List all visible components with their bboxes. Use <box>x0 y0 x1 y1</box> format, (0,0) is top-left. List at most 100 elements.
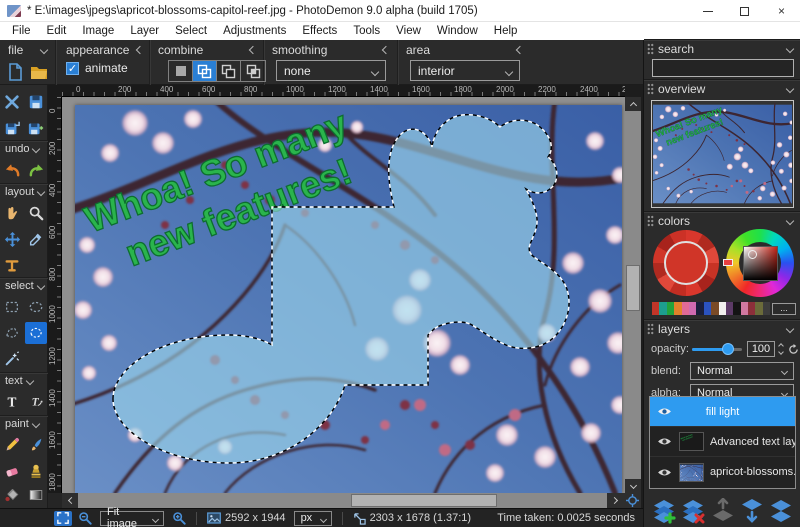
combine-intersect-button[interactable] <box>241 61 265 81</box>
palette-swatch[interactable] <box>711 302 718 315</box>
move-layer-down-button[interactable] <box>739 498 765 524</box>
overview-panel-header[interactable]: overview <box>644 80 800 97</box>
advanced-text-tool[interactable]: T <box>25 391 47 413</box>
collapse-smoothing-icon[interactable] <box>382 46 390 54</box>
close-button[interactable]: × <box>763 0 800 22</box>
menu-effects[interactable]: Effects <box>294 22 345 40</box>
fit-canvas-button[interactable] <box>54 511 72 526</box>
scroll-up-button[interactable] <box>625 97 641 111</box>
fill-tool[interactable] <box>1 484 23 506</box>
maximize-button[interactable] <box>726 0 763 22</box>
hand-tool[interactable] <box>1 202 23 224</box>
layer-visibility-icon[interactable] <box>657 467 672 478</box>
palette-swatch[interactable] <box>674 302 681 315</box>
color-picker-tool[interactable] <box>25 228 47 250</box>
palette-swatch[interactable] <box>652 302 659 315</box>
menu-window[interactable]: Window <box>429 22 486 40</box>
text-group-label[interactable]: text <box>0 373 48 388</box>
layer-item-advanced-text[interactable]: Advanced text lay... <box>650 427 795 457</box>
save-copy-button[interactable] <box>1 117 23 139</box>
wand-select-tool[interactable] <box>1 348 23 370</box>
menu-view[interactable]: View <box>388 22 429 40</box>
scroll-down-button[interactable] <box>625 479 641 493</box>
opacity-reset-button[interactable] <box>788 344 799 355</box>
palette-swatch[interactable] <box>682 302 689 315</box>
scroll-right-button[interactable] <box>607 493 623 508</box>
scroll-left-button[interactable] <box>62 493 78 508</box>
drag-handle-icon[interactable] <box>647 43 654 55</box>
rect-select-tool[interactable] <box>1 296 23 318</box>
opacity-slider-knob[interactable] <box>722 343 734 355</box>
zoom-tool[interactable] <box>25 202 47 224</box>
layer-item-fill-light[interactable]: fill light <box>650 397 795 427</box>
select-group-label[interactable]: select <box>0 278 48 293</box>
paintbrush-tool[interactable] <box>25 434 47 456</box>
palette-swatch[interactable] <box>763 302 770 315</box>
add-layer-button[interactable] <box>651 498 677 524</box>
palette-swatch[interactable] <box>659 302 666 315</box>
palette-more-button[interactable]: ... <box>772 303 796 315</box>
menu-select[interactable]: Select <box>167 22 215 40</box>
unit-dropdown[interactable]: px <box>294 511 332 526</box>
palette-swatch[interactable] <box>726 302 733 315</box>
search-input[interactable] <box>652 59 794 77</box>
menu-help[interactable]: Help <box>486 22 526 40</box>
move-layer-up-button[interactable] <box>710 498 736 524</box>
zoom-dropdown[interactable]: Fit image <box>100 511 164 526</box>
delete-layer-button[interactable] <box>680 498 706 524</box>
menu-file[interactable]: File <box>4 22 39 40</box>
clone-stamp-tool[interactable] <box>25 460 47 482</box>
opacity-value[interactable]: 100 <box>747 341 775 357</box>
lasso-select-tool[interactable] <box>25 322 47 344</box>
horizontal-scrollbar[interactable] <box>62 493 641 508</box>
combine-replace-button[interactable] <box>169 61 193 81</box>
opacity-slider[interactable] <box>692 342 742 356</box>
horizontal-scroll-track[interactable] <box>78 493 607 508</box>
palette-swatch[interactable] <box>741 302 748 315</box>
blend-mode-dropdown[interactable]: Normal <box>690 362 794 380</box>
pencil-tool[interactable] <box>1 434 23 456</box>
save-button[interactable] <box>25 91 47 113</box>
smoothing-dropdown[interactable]: none <box>276 60 386 81</box>
palette-swatch[interactable] <box>696 302 703 315</box>
paint-group-label[interactable]: paint <box>0 416 48 431</box>
area-dropdown[interactable]: interior <box>410 60 520 81</box>
new-image-icon[interactable] <box>5 62 25 82</box>
palette-swatch[interactable] <box>755 302 762 315</box>
undo-group-label[interactable]: undo <box>0 141 48 156</box>
image-canvas[interactable] <box>75 105 622 493</box>
polygon-select-tool[interactable] <box>1 322 23 344</box>
eraser-tool[interactable] <box>1 460 23 482</box>
vertical-scroll-thumb[interactable] <box>626 265 640 311</box>
spinner-up-icon[interactable] <box>778 343 784 349</box>
palette-swatch[interactable] <box>733 302 740 315</box>
drag-handle-icon[interactable] <box>647 215 654 227</box>
palette-swatch[interactable] <box>748 302 755 315</box>
zoom-in-button[interactable] <box>172 511 186 525</box>
opacity-spinner[interactable] <box>779 344 783 354</box>
undo-button[interactable] <box>1 159 23 181</box>
overview-thumbnail[interactable] <box>651 100 794 208</box>
save-as-button[interactable] <box>25 117 47 139</box>
redo-button[interactable] <box>25 159 47 181</box>
horizontal-scroll-thumb[interactable] <box>351 494 497 507</box>
drag-handle-icon[interactable] <box>647 83 654 95</box>
layer-visibility-icon[interactable] <box>657 436 672 447</box>
menu-tools[interactable]: Tools <box>345 22 388 40</box>
collapse-combine-icon[interactable] <box>249 46 257 54</box>
zoom-out-button[interactable] <box>78 511 92 525</box>
combine-subtract-button[interactable] <box>217 61 241 81</box>
measure-tool[interactable] <box>1 254 23 276</box>
ellipse-select-tool[interactable] <box>25 296 47 318</box>
palette-swatch[interactable] <box>667 302 674 315</box>
gradient-tool[interactable] <box>25 484 47 506</box>
color-harmony-wheel[interactable] <box>653 230 719 296</box>
move-tool[interactable] <box>1 228 23 250</box>
vertical-scrollbar[interactable] <box>625 97 641 493</box>
drag-handle-icon[interactable] <box>647 323 654 335</box>
layers-panel-header[interactable]: layers <box>644 320 800 337</box>
spinner-down-icon[interactable] <box>778 349 784 355</box>
image-viewport[interactable] <box>62 97 625 493</box>
file-menu-label[interactable]: file <box>8 43 23 57</box>
menu-image[interactable]: Image <box>74 22 122 40</box>
